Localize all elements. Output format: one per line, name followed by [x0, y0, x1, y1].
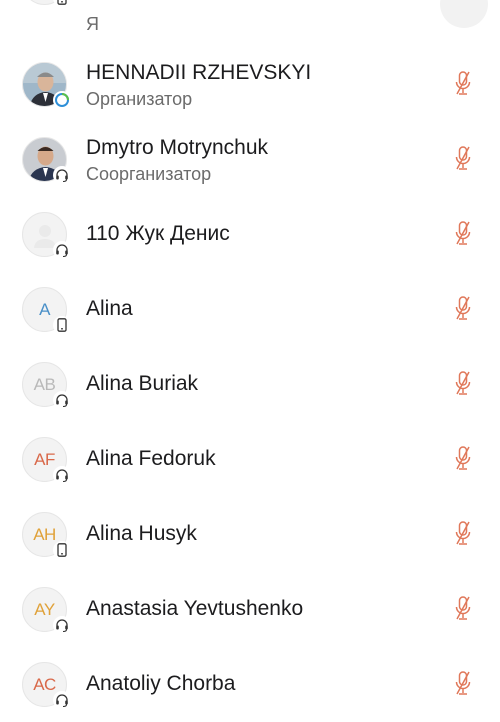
- participant-row[interactable]: Dmytro Motrynchuk Соорганизатор: [0, 122, 500, 197]
- headset-icon: [53, 241, 71, 259]
- mic-muted-icon: [455, 296, 471, 320]
- avatar-initials: AY: [34, 599, 55, 619]
- avatar: A: [22, 287, 71, 334]
- avatar-initials: AF: [34, 449, 55, 469]
- mic-muted-icon: [455, 596, 471, 620]
- participant-name: Anatoliy Chorba: [86, 672, 236, 695]
- mute-button[interactable]: [454, 296, 472, 322]
- mute-button[interactable]: [454, 221, 472, 247]
- mute-button[interactable]: [454, 596, 472, 622]
- participant-name: Alina Husyk: [86, 522, 197, 545]
- mute-button[interactable]: [454, 671, 472, 697]
- avatar-initials: AC: [33, 674, 56, 694]
- avatar: AY: [22, 587, 71, 634]
- participants-list: Я HENNADII RZHEVSKYI Организатор Dmytro …: [0, 0, 500, 722]
- phone-icon: [53, 541, 71, 559]
- mic-muted-icon: [455, 371, 471, 395]
- participant-role: Соорганизатор: [86, 164, 212, 184]
- participant-row[interactable]: AC Anatoliy Chorba: [0, 647, 500, 722]
- participant-name: Anastasia Yevtushenko: [86, 597, 304, 620]
- mic-muted-icon: [455, 446, 471, 470]
- participant-row[interactable]: 110 Жук Денис: [0, 197, 500, 272]
- mute-button[interactable]: [454, 521, 472, 547]
- mic-muted-icon: [455, 221, 471, 245]
- avatar: [22, 0, 71, 7]
- headset-icon: [53, 691, 71, 709]
- avatar: AF: [22, 437, 71, 484]
- participant-row[interactable]: A Alina: [0, 272, 500, 347]
- participant-name: Alina: [86, 297, 133, 320]
- mic-muted-icon: [455, 146, 471, 170]
- avatar-initials: A: [39, 299, 50, 319]
- avatar: AB: [22, 362, 71, 409]
- headset-icon: [53, 166, 71, 184]
- mic-muted-icon: [455, 71, 471, 95]
- participant-row[interactable]: AY Anastasia Yevtushenko: [0, 572, 500, 647]
- participant-row[interactable]: HENNADII RZHEVSKYI Организатор: [0, 47, 500, 122]
- headset-icon: [53, 616, 71, 634]
- mute-button[interactable]: [454, 146, 472, 172]
- mute-button[interactable]: [454, 446, 472, 472]
- avatar: [22, 62, 71, 109]
- participant-name: Alina Buriak: [86, 372, 199, 395]
- avatar: [22, 212, 71, 259]
- mic-muted-icon: [455, 671, 471, 695]
- participant-name: 110 Жук Денис: [86, 222, 230, 245]
- participant-role: Организатор: [86, 89, 193, 109]
- avatar-initials: AB: [33, 374, 56, 394]
- participant-row[interactable]: AH Alina Husyk: [0, 497, 500, 572]
- mic-muted-icon: [455, 521, 471, 545]
- headset-icon: [53, 391, 71, 409]
- participant-name: Alina Fedoruk: [86, 447, 216, 470]
- avatar: [22, 137, 71, 184]
- participant-row[interactable]: AB Alina Buriak: [0, 347, 500, 422]
- avatar: AC: [22, 662, 71, 709]
- participant-row[interactable]: AF Alina Fedoruk: [0, 422, 500, 497]
- phone-icon: [53, 316, 71, 334]
- phone-icon: [53, 0, 71, 7]
- participant-row-self[interactable]: Я: [0, 0, 500, 47]
- avatar: AH: [22, 512, 71, 559]
- participant-name: Dmytro Motrynchuk: [86, 136, 269, 159]
- org-badge-icon: [53, 91, 71, 109]
- avatar-initials: AH: [33, 524, 56, 544]
- mute-button[interactable]: [454, 71, 472, 97]
- participant-name: HENNADII RZHEVSKYI: [86, 61, 312, 84]
- participant-role: Я: [86, 14, 99, 34]
- mic-muted-icon: [455, 0, 473, 2]
- mute-button[interactable]: [454, 371, 472, 397]
- mute-button[interactable]: [440, 0, 488, 28]
- headset-icon: [53, 466, 71, 484]
